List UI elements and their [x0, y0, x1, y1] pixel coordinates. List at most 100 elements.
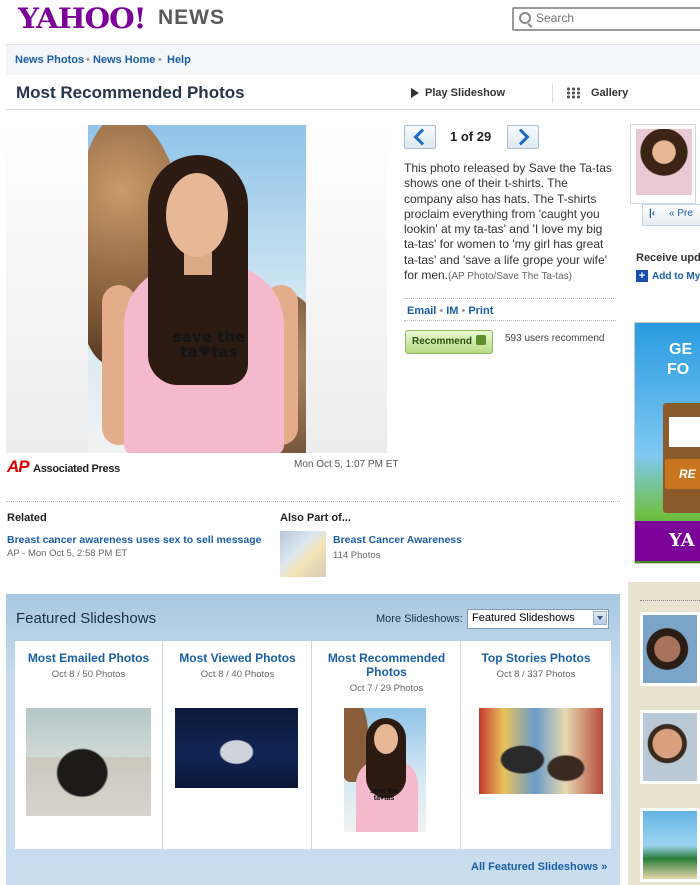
- card-thumbnail[interactable]: [175, 708, 298, 788]
- sidebar-prev-link[interactable]: « Pre: [669, 208, 693, 219]
- pager-count: 1 of 29: [450, 129, 492, 144]
- card-title[interactable]: Top Stories Photos: [466, 651, 606, 665]
- slideshow-card[interactable]: Most Recommended Photos Oct 7 / 29 Photo…: [313, 641, 461, 849]
- nav-separator: •: [86, 54, 90, 66]
- grid-icon: [566, 87, 581, 100]
- related-story-link[interactable]: Breast cancer awareness uses sex to sell…: [7, 534, 262, 546]
- all-featured-slideshows-link[interactable]: All Featured Slideshows »: [471, 861, 607, 873]
- ad-board: RE: [663, 403, 700, 513]
- share-links: Email • IM • Print: [407, 305, 493, 317]
- first-icon[interactable]: |‹: [649, 208, 655, 219]
- print-link[interactable]: Print: [468, 305, 493, 317]
- gallery-button[interactable]: Gallery: [566, 87, 628, 100]
- title-bar: Most Recommended Photos Play Slideshow G…: [6, 75, 700, 110]
- header: YAHOO! NEWS: [0, 0, 700, 44]
- divider: [640, 600, 700, 601]
- slideshow-card[interactable]: Top Stories Photos Oct 8 / 337 Photos: [462, 641, 610, 849]
- sidebar-thumbnail-image: [636, 129, 692, 195]
- shirt-text-line2: ta♥tas: [180, 343, 238, 361]
- ap-logo-mark: AP: [7, 457, 30, 476]
- nav-separator: •: [158, 54, 162, 66]
- photo-caption: This photo released by Save the Ta-tas s…: [404, 161, 616, 284]
- photo-frame: save the ta♥tas: [6, 125, 387, 453]
- chevron-down-icon[interactable]: [593, 611, 607, 625]
- previous-button[interactable]: [404, 125, 436, 149]
- sidebar-thumbnail[interactable]: [630, 124, 696, 204]
- thumb-shirt-text: save the ta♥tas: [370, 788, 398, 802]
- photo-timestamp: Mon Oct 5, 1:07 PM ET: [294, 459, 399, 470]
- card-thumbnail[interactable]: save the ta♥tas: [344, 708, 426, 832]
- slideshow-card[interactable]: Most Emailed Photos Oct 8 / 50 Photos: [15, 641, 163, 849]
- yahoo-logo[interactable]: YAHOO!: [18, 2, 147, 35]
- card-title[interactable]: Most Emailed Photos: [19, 651, 158, 665]
- featured-title: Featured Slideshows: [16, 610, 157, 627]
- recommend-button[interactable]: Recommend: [405, 330, 493, 354]
- card-meta: Oct 8 / 40 Photos: [200, 669, 275, 680]
- play-icon: [411, 88, 419, 99]
- nav-news-home[interactable]: News Home: [93, 54, 155, 66]
- recommend-count: 593 users recommend: [505, 333, 605, 344]
- slideshows-select-value: Featured Slideshows: [472, 612, 575, 624]
- ap-logo[interactable]: AP Associated Press: [7, 457, 120, 477]
- email-link[interactable]: Email: [407, 305, 436, 317]
- beach-thumbnail[interactable]: [640, 808, 700, 882]
- slideshows-select[interactable]: Featured Slideshows: [467, 609, 609, 629]
- also-part-of-thumbnail[interactable]: [280, 531, 326, 577]
- ad-button: RE: [665, 459, 700, 489]
- im-link[interactable]: IM: [446, 305, 458, 317]
- play-slideshow-button[interactable]: Play Slideshow: [411, 87, 505, 99]
- featured-slideshows: Featured Slideshows More Slideshows: Fea…: [6, 594, 620, 885]
- page-title: Most Recommended Photos: [16, 83, 245, 102]
- card-title[interactable]: Most Recommended Photos: [317, 651, 456, 679]
- sidebar-ad[interactable]: GE FO RE YA: [634, 322, 700, 564]
- chevron-left-icon: [413, 128, 431, 146]
- share-separator: •: [439, 305, 444, 317]
- chevron-right-icon: [512, 128, 530, 146]
- slideshow-card[interactable]: Most Viewed Photos Oct 8 / 40 Photos: [164, 641, 312, 849]
- more-slideshows-label: More Slideshows:: [376, 613, 463, 625]
- thumb-shirt-text-line1: save the: [370, 788, 399, 795]
- add-to-my-yahoo-link[interactable]: + Add to My: [636, 270, 700, 282]
- search-box[interactable]: [512, 7, 700, 31]
- sidebar-nav[interactable]: |‹ « Pre: [642, 204, 700, 226]
- related-story-meta: AP - Mon Oct 5, 2:58 PM ET: [7, 548, 128, 559]
- right-sidebar: |‹ « Pre Receive upd + Add to My GE FO RE…: [628, 110, 700, 885]
- related-heading: Related: [7, 512, 47, 524]
- caption-credit: (AP Photo/Save The Ta-tas): [448, 271, 572, 283]
- nav-help[interactable]: Help: [167, 54, 191, 66]
- also-part-of-meta: 114 Photos: [333, 550, 381, 561]
- person-thumbnail[interactable]: [640, 612, 700, 686]
- search-input[interactable]: [534, 10, 700, 26]
- ad-headline: FO: [667, 361, 690, 378]
- card-thumbnail[interactable]: [479, 708, 603, 794]
- also-part-of-link[interactable]: Breast Cancer Awareness: [333, 534, 462, 546]
- ad-brand: YA: [635, 521, 700, 561]
- caption-text: This photo released by Save the Ta-tas s…: [404, 161, 612, 283]
- add-to-my-label: Add to My: [652, 271, 700, 282]
- divider: [404, 320, 616, 321]
- ap-name: Associated Press: [33, 463, 120, 475]
- divider: [552, 83, 553, 103]
- share-separator: •: [461, 305, 466, 317]
- card-title[interactable]: Most Viewed Photos: [168, 651, 307, 665]
- next-button[interactable]: [507, 125, 539, 149]
- sidebar-people-panel: [628, 582, 700, 885]
- divider: [404, 298, 616, 299]
- card-meta: Oct 7 / 29 Photos: [349, 683, 424, 694]
- receive-updates-title: Receive upd: [636, 252, 700, 264]
- card-meta: Oct 8 / 337 Photos: [496, 669, 576, 680]
- slideshow-cards: Most Emailed Photos Oct 8 / 50 Photos Mo…: [15, 641, 611, 849]
- card-meta: Oct 8 / 50 Photos: [51, 669, 126, 680]
- search-icon: [519, 12, 531, 24]
- also-part-of-heading: Also Part of...: [280, 512, 351, 524]
- ad-input: [669, 417, 700, 447]
- news-section-label[interactable]: NEWS: [158, 6, 225, 30]
- plus-icon: +: [636, 270, 648, 282]
- nav-bar: News Photos • News Home • Help: [6, 44, 700, 76]
- nav-news-photos[interactable]: News Photos: [15, 54, 84, 66]
- card-thumbnail[interactable]: [26, 708, 151, 816]
- recommend-label: Recommend: [412, 336, 473, 347]
- pager: 1 of 29: [404, 125, 544, 149]
- main-photo[interactable]: save the ta♥tas: [88, 125, 306, 453]
- person-thumbnail[interactable]: [640, 710, 700, 784]
